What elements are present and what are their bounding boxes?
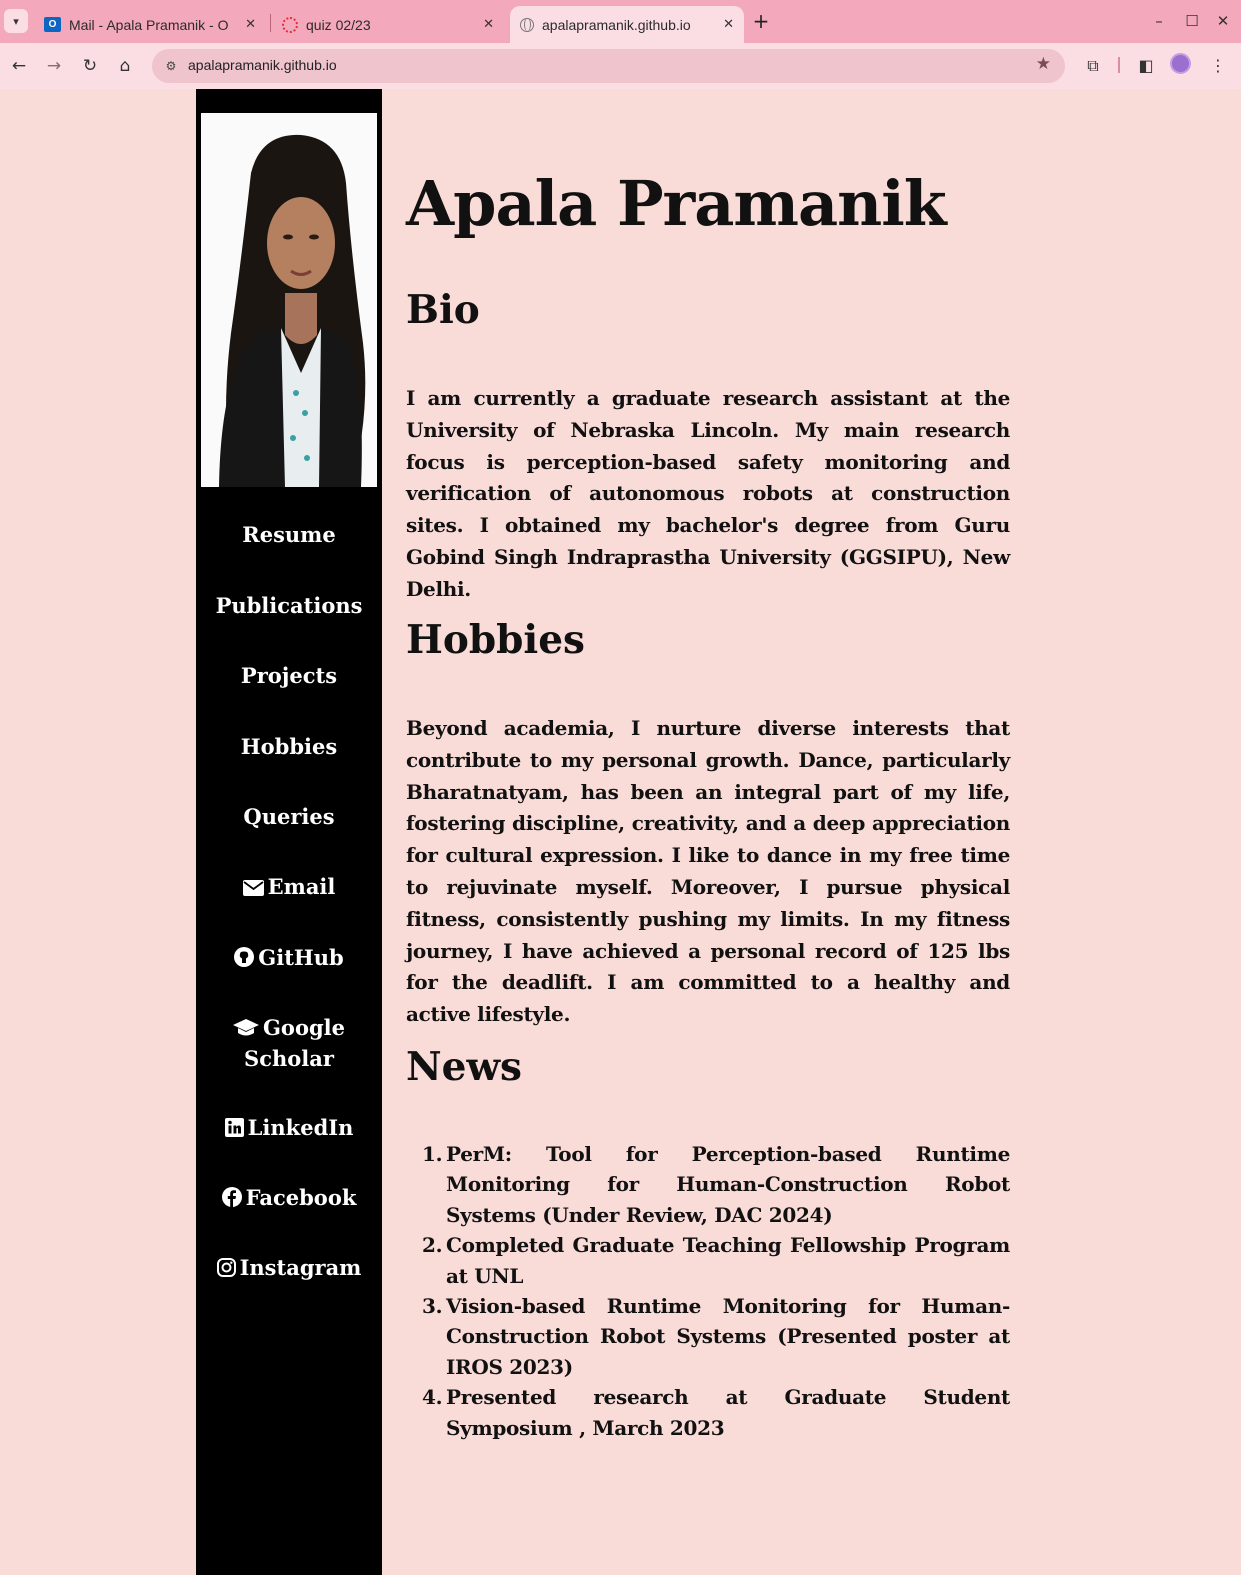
nav-projects[interactable]: Projects: [196, 660, 382, 691]
news-text: Vision-based Runtime Monitoring for Huma…: [446, 1294, 1010, 1379]
profile-avatar-icon[interactable]: [1170, 53, 1191, 74]
profile-photo: [201, 113, 377, 487]
news-text: Presented research at Graduate Student S…: [446, 1385, 1010, 1440]
nav-email[interactable]: Email: [196, 871, 382, 902]
bookmark-star-icon[interactable]: ★: [1036, 54, 1051, 74]
new-tab-button[interactable]: +: [750, 10, 772, 32]
news-item: 4. Presented research at Graduate Studen…: [406, 1382, 1010, 1443]
chevron-down-icon: ▾: [13, 14, 19, 28]
bio-text: I am currently a graduate research assis…: [406, 386, 1010, 601]
news-heading: News: [406, 1044, 522, 1090]
nav-label: Email: [267, 874, 336, 899]
minimize-icon[interactable]: –: [1148, 10, 1170, 32]
tab-divider: [270, 14, 271, 32]
tab-title: apalapramanik.github.io: [542, 16, 691, 33]
more-menu-icon[interactable]: ⋮: [1205, 53, 1231, 79]
browser-toolbar: ← → ↻ ⌂ ⚙ apalapramanik.github.io ★ ⧉ ◧ …: [0, 43, 1241, 89]
side-panel-icon[interactable]: ◧: [1133, 53, 1159, 79]
nav-google-scholar[interactable]: Google Scholar: [196, 1012, 382, 1074]
extensions-icon[interactable]: ⧉: [1080, 53, 1106, 79]
tab-strip: ▾ O Mail - Apala Pramanik - O ✕ quiz 02/…: [0, 0, 1241, 43]
nav-label: LinkedIn: [247, 1115, 354, 1140]
home-icon[interactable]: ⌂: [112, 53, 138, 79]
news-item: 2. Completed Graduate Teaching Fellowshi…: [406, 1230, 1010, 1291]
nav-label-line2: Scholar: [244, 1046, 334, 1071]
graduation-cap-icon: [233, 1019, 259, 1036]
back-arrow-icon[interactable]: ←: [6, 53, 32, 79]
tab-mail[interactable]: O Mail - Apala Pramanik - O ✕: [34, 6, 266, 43]
site-info-icon[interactable]: ⚙: [162, 57, 180, 75]
close-icon[interactable]: ✕: [723, 17, 734, 32]
nav-label: Resume: [242, 522, 336, 547]
hobbies-heading: Hobbies: [406, 617, 585, 663]
news-number: 3.: [422, 1294, 443, 1319]
nav-label: Queries: [243, 804, 335, 829]
toolbar-divider: [1118, 57, 1120, 73]
news-item: 3. Vision-based Runtime Monitoring for H…: [406, 1291, 1010, 1382]
news-number: 4.: [422, 1385, 443, 1410]
quiz-icon: [282, 16, 298, 33]
tab-quiz[interactable]: quiz 02/23 ✕: [272, 6, 504, 43]
news-text: Completed Graduate Teaching Fellowship P…: [446, 1233, 1010, 1288]
tab-site[interactable]: apalapramanik.github.io ✕: [510, 6, 744, 43]
github-icon: [234, 947, 255, 967]
tab-search-button[interactable]: ▾: [4, 9, 28, 33]
nav-label: Instagram: [239, 1255, 362, 1280]
page-title: Apala Pramanik: [406, 167, 947, 240]
globe-icon: [520, 17, 534, 32]
news-number: 1.: [422, 1142, 443, 1166]
nav-facebook[interactable]: Facebook: [196, 1182, 382, 1213]
outlook-icon: O: [44, 17, 61, 32]
nav-label: GitHub: [258, 945, 344, 970]
reload-icon[interactable]: ↻: [77, 53, 103, 79]
url-text[interactable]: apalapramanik.github.io: [188, 57, 337, 73]
nav-label: Publications: [215, 593, 363, 618]
facebook-icon: [221, 1187, 242, 1207]
bio-heading: Bio: [406, 287, 480, 333]
nav-instagram[interactable]: Instagram: [196, 1252, 382, 1283]
instagram-icon: [216, 1258, 236, 1277]
nav-github[interactable]: GitHub: [196, 942, 382, 973]
news-list: 1. PerM: Tool for Perception-based Runti…: [406, 1139, 1010, 1443]
nav-resume[interactable]: Resume: [196, 519, 382, 550]
nav-publications[interactable]: Publications: [196, 590, 382, 621]
nav-queries[interactable]: Queries: [196, 801, 382, 832]
nav-label: Facebook: [245, 1185, 357, 1210]
news-item: 1. PerM: Tool for Perception-based Runti…: [406, 1139, 1010, 1230]
news-text: PerM: Tool for Perception-based Runtime …: [446, 1142, 1010, 1227]
nav-linkedin[interactable]: LinkedIn: [196, 1112, 382, 1143]
envelope-icon: [242, 880, 264, 896]
close-icon[interactable]: ✕: [483, 17, 494, 32]
nav-label: Projects: [240, 663, 338, 688]
hobbies-text: Beyond academia, I nurture diverse inter…: [406, 716, 1010, 1027]
maximize-icon[interactable]: ☐: [1181, 10, 1203, 32]
news-number: 2.: [422, 1233, 443, 1258]
nav-label: Hobbies: [240, 734, 338, 759]
close-window-icon[interactable]: ✕: [1212, 10, 1234, 32]
linkedin-icon: [224, 1118, 244, 1137]
portrait-image: [201, 113, 377, 487]
address-bar[interactable]: ⚙ apalapramanik.github.io ★: [152, 49, 1065, 83]
forward-arrow-icon[interactable]: →: [41, 53, 67, 79]
tab-title: quiz 02/23: [306, 16, 371, 33]
tab-title: Mail - Apala Pramanik - O: [69, 16, 229, 33]
close-icon[interactable]: ✕: [245, 17, 256, 32]
sidebar: Resume Publications Projects Hobbies Que…: [196, 89, 382, 1575]
nav-label: Google: [263, 1015, 345, 1040]
nav-hobbies[interactable]: Hobbies: [196, 731, 382, 762]
